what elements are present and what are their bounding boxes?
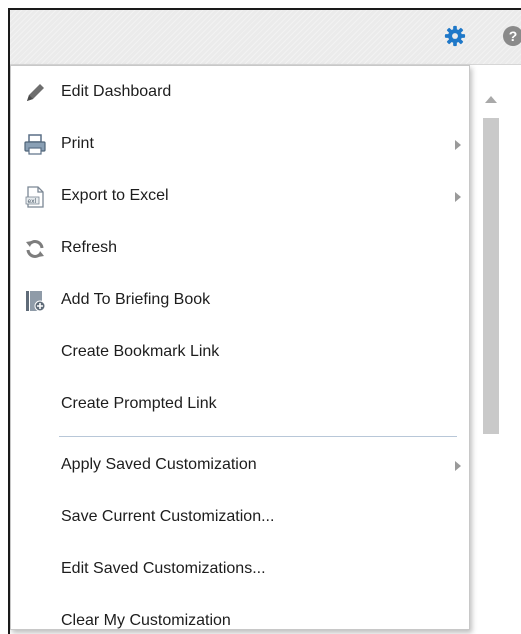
refresh-icon [26,240,44,258]
submenu-arrow-icon [455,192,461,202]
scroll-up-arrow[interactable] [485,96,497,103]
printer-icon [24,134,46,155]
submenu-arrow-icon [455,140,461,150]
menu-item-edit-dashboard[interactable]: Edit Dashboard [11,73,469,113]
dashboard-window: ? Edit Dashboard Print exl Export to Exc… [8,8,521,634]
menu-item-label: Edit Dashboard [61,83,172,100]
menu-item-save-current-customization[interactable]: Save Current Customization... [11,498,469,538]
menu-item-apply-saved-customization[interactable]: Apply Saved Customization [11,446,469,486]
menu-item-label: Save Current Customization... [61,508,275,525]
menu-item-create-prompted-link[interactable]: Create Prompted Link [11,385,469,425]
toolbar: ? [10,10,521,65]
menu-item-create-bookmark-link[interactable]: Create Bookmark Link [11,333,469,373]
menu-item-edit-saved-customizations[interactable]: Edit Saved Customizations... [11,550,469,590]
menu-item-add-to-briefing-book[interactable]: Add To Briefing Book [11,281,469,321]
scrollbar-thumb[interactable] [483,118,499,434]
menu-item-label: Create Bookmark Link [61,343,220,360]
pencil-icon [27,84,44,101]
menu-item-label: Edit Saved Customizations... [61,560,266,577]
page-options-menu: Edit Dashboard Print exl Export to Excel [10,65,470,630]
briefing-book-icon [26,291,46,312]
menu-separator [59,436,457,437]
menu-item-export-to-excel[interactable]: exl Export to Excel [11,177,469,217]
menu-item-label: Export to Excel [61,187,169,204]
menu-item-refresh[interactable]: Refresh [11,229,469,269]
menu-item-label: Clear My Customization [61,612,231,629]
menu-item-label: Refresh [61,239,118,256]
gear-icon[interactable] [444,25,466,47]
menu-item-clear-my-customization[interactable]: Clear My Customization [11,602,469,634]
submenu-arrow-icon [455,461,461,471]
excel-file-icon: exl [25,186,44,208]
help-icon[interactable]: ? [503,26,521,46]
menu-item-label: Add To Briefing Book [61,291,211,308]
menu-item-print[interactable]: Print [11,125,469,165]
menu-item-label: Apply Saved Customization [61,456,257,473]
menu-item-label: Create Prompted Link [61,395,217,412]
menu-item-label: Print [61,135,94,152]
svg-text:exl: exl [28,198,37,205]
